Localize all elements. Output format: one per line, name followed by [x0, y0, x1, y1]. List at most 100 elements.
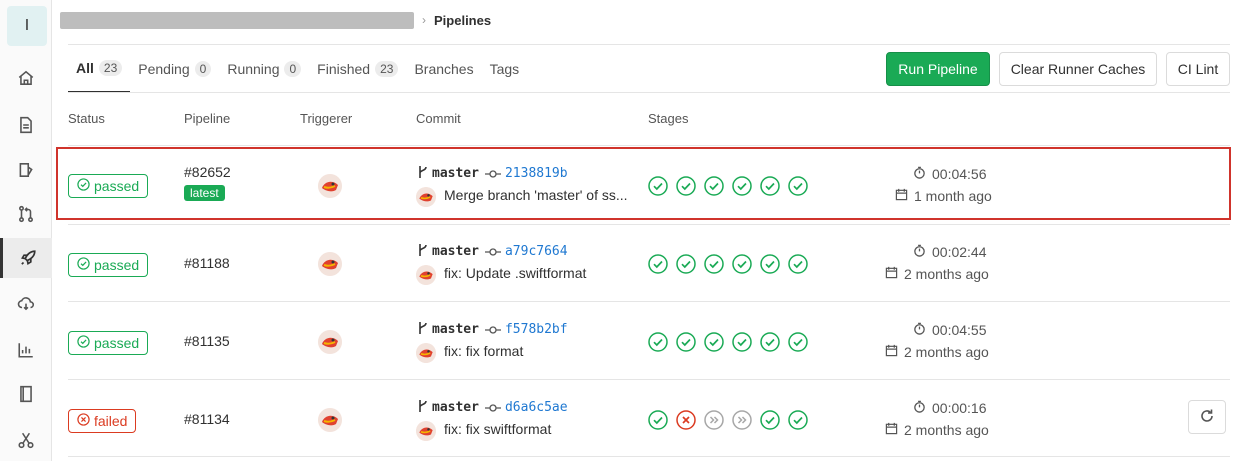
pipeline-id-link[interactable]: #81135	[184, 333, 230, 349]
tab-label: Running	[227, 61, 280, 77]
tab-running[interactable]: Running 0	[219, 45, 309, 93]
duration-text: 00:00:16	[932, 400, 987, 416]
stage-success-icon[interactable]	[760, 410, 780, 433]
timer-icon	[913, 400, 926, 416]
breadcrumb-current[interactable]: Pipelines	[434, 13, 491, 28]
commit-message-link[interactable]: fix: fix swiftformat	[444, 421, 551, 437]
stage-success-icon[interactable]	[760, 332, 780, 355]
stage-success-icon[interactable]	[704, 254, 724, 277]
redacted-breadcrumb[interactable]	[60, 11, 414, 29]
stage-success-icon[interactable]	[676, 332, 696, 355]
stage-success-icon[interactable]	[648, 254, 668, 277]
tab-branches[interactable]: Branches	[406, 45, 481, 93]
commit-sha-link[interactable]: a79c7664	[505, 244, 568, 259]
pipeline-stages	[648, 410, 808, 433]
commit-message-link[interactable]: fix: fix format	[444, 343, 523, 359]
pipeline-row: passed #81135 master f578b2bf fix: fix forma…	[68, 302, 1230, 380]
column-header-stages: Stages	[648, 111, 689, 126]
status-label: passed	[94, 335, 140, 351]
stage-success-icon[interactable]	[648, 410, 668, 433]
commit-ref: master a79c7664	[418, 243, 568, 260]
triggerer-avatar[interactable]	[318, 330, 342, 354]
status-label: failed	[94, 413, 128, 429]
book-icon[interactable]	[0, 374, 52, 414]
commit-ref: master f578b2bf	[418, 321, 568, 338]
selected-row-highlight	[56, 147, 1231, 220]
tab-label: Pending	[138, 61, 190, 77]
commit-sha-link[interactable]: d6a6c5ae	[505, 400, 568, 415]
calendar-icon	[885, 344, 898, 360]
cloud-icon[interactable]	[0, 283, 52, 323]
finished-text: 2 months ago	[904, 422, 989, 438]
scissors-icon[interactable]	[0, 420, 52, 460]
issues-icon[interactable]	[0, 150, 52, 190]
pipeline-id-link[interactable]: #81188	[184, 255, 230, 271]
column-header-pipeline: Pipeline	[184, 111, 231, 126]
branch-link[interactable]: master	[432, 400, 479, 415]
tab-pending[interactable]: Pending 0	[130, 45, 219, 93]
tab-finished[interactable]: Finished 23	[309, 45, 406, 93]
triggerer-avatar[interactable]	[318, 408, 342, 432]
project-avatar[interactable]: I	[7, 6, 47, 46]
duration: 00:02:44	[913, 244, 987, 260]
stage-success-icon[interactable]	[788, 332, 808, 355]
run-pipeline-button[interactable]: Run Pipeline	[886, 52, 990, 86]
commit-sha-link[interactable]: f578b2bf	[505, 322, 568, 337]
commit-icon	[484, 400, 501, 416]
merge-request-icon[interactable]	[0, 194, 52, 234]
status-badge[interactable]: failed	[68, 409, 137, 433]
stage-success-icon[interactable]	[732, 254, 752, 277]
finished-text: 2 months ago	[904, 344, 989, 360]
stage-success-icon[interactable]	[788, 254, 808, 277]
rocket-icon[interactable]	[0, 238, 52, 278]
chevron-right-icon: ›	[422, 13, 426, 27]
commit-author-avatar[interactable]	[416, 421, 436, 441]
duration-text: 00:04:55	[932, 322, 987, 338]
tab-label: All	[76, 60, 94, 76]
commit-author-avatar[interactable]	[416, 265, 436, 285]
branch-link[interactable]: master	[432, 244, 479, 259]
commit-author-avatar[interactable]	[416, 343, 436, 363]
finished-at: 2 months ago	[885, 266, 989, 282]
chart-icon[interactable]	[0, 330, 52, 370]
stage-success-icon[interactable]	[732, 332, 752, 355]
status-label: passed	[94, 257, 140, 273]
finished-text: 2 months ago	[904, 266, 989, 282]
home-icon[interactable]	[0, 58, 52, 98]
timer-icon	[913, 244, 926, 260]
status-badge[interactable]: passed	[68, 331, 149, 355]
commit-message-link[interactable]: fix: Update .swiftformat	[444, 265, 586, 281]
stage-skipped-icon[interactable]	[704, 410, 724, 433]
pipeline-tabs: All 23 Pending 0 Running 0 Finished 23 B…	[68, 45, 527, 93]
clear-runner-caches-button[interactable]: Clear Runner Caches	[999, 52, 1157, 86]
retry-button[interactable]	[1188, 400, 1226, 434]
document-icon[interactable]	[0, 105, 52, 145]
stage-success-icon[interactable]	[788, 410, 808, 433]
ci-lint-button[interactable]: CI Lint	[1166, 52, 1230, 86]
branch-link[interactable]: master	[432, 322, 479, 337]
tab-tags[interactable]: Tags	[482, 45, 528, 93]
status-badge[interactable]: passed	[68, 253, 149, 277]
commit-icon	[484, 322, 501, 338]
stage-skipped-icon[interactable]	[732, 410, 752, 433]
stage-success-icon[interactable]	[648, 332, 668, 355]
duration: 00:04:55	[913, 322, 987, 338]
finished-at: 2 months ago	[885, 422, 989, 438]
stage-success-icon[interactable]	[676, 254, 696, 277]
stage-failed-icon[interactable]	[676, 410, 696, 433]
stage-success-icon[interactable]	[760, 254, 780, 277]
tab-count: 23	[375, 61, 399, 77]
stage-success-icon[interactable]	[704, 332, 724, 355]
commit-icon	[484, 244, 501, 260]
column-header-commit: Commit	[416, 111, 461, 126]
triggerer-avatar[interactable]	[318, 252, 342, 276]
duration-text: 00:02:44	[932, 244, 987, 260]
duration: 00:00:16	[913, 400, 987, 416]
pipeline-row: passed #81188 master a79c7664 fix: Update .s…	[68, 224, 1230, 302]
branch-icon	[418, 243, 428, 260]
tab-all[interactable]: All 23	[68, 45, 131, 93]
pipeline-id-link[interactable]: #81134	[184, 411, 230, 427]
divider	[68, 92, 1230, 93]
tab-label: Branches	[414, 61, 474, 77]
commit-ref: master d6a6c5ae	[418, 399, 568, 416]
